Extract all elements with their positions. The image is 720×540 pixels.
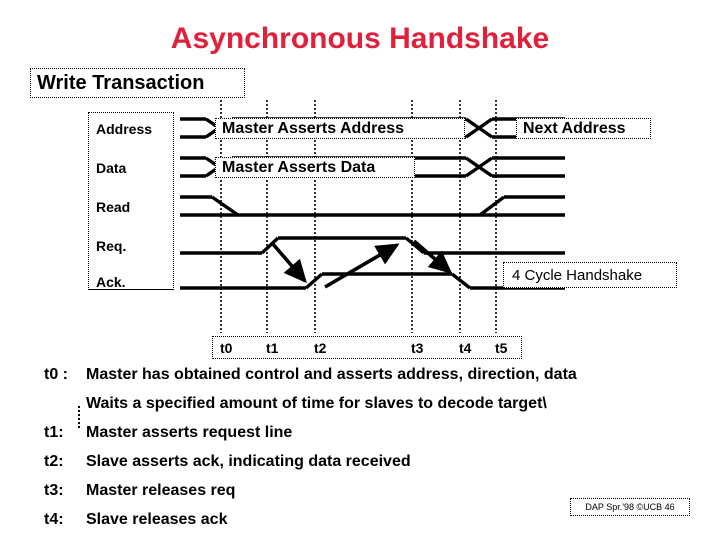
handshake-annotation-text: 4 Cycle Handshake bbox=[512, 266, 643, 284]
bullet-text-4: Master releases req bbox=[86, 482, 236, 499]
signal-label-read: Read bbox=[96, 199, 131, 215]
bus-value-address-text: Master Asserts Address bbox=[222, 119, 405, 137]
slide-footer: DAP Spr.'98 ©UCB 46 bbox=[570, 498, 690, 516]
arrow-req-release-to-ack-release bbox=[412, 239, 453, 274]
bullet-text-1: Waits a specified amount of time for sla… bbox=[86, 395, 547, 412]
arrow-ack-to-req-release bbox=[324, 243, 400, 289]
time-tick-t2: t2 bbox=[314, 340, 327, 356]
bullet-time-4: t3: bbox=[44, 482, 64, 499]
time-tick-t1: t1 bbox=[266, 340, 279, 356]
bullet-text-0: Master has obtained control and asserts … bbox=[86, 366, 577, 383]
time-tick-t5: t5 bbox=[495, 340, 508, 356]
waveform-read bbox=[180, 195, 565, 217]
write-transaction-label: Write Transaction bbox=[30, 68, 245, 98]
bus-value-data: Master Asserts Data bbox=[215, 157, 415, 178]
bullet-text-2: Master asserts request line bbox=[86, 424, 293, 441]
list-item: t0 : Master has obtained control and ass… bbox=[44, 366, 704, 390]
causality-arrows bbox=[270, 239, 453, 289]
list-item: t1: Master asserts request line bbox=[44, 424, 704, 448]
page-title: Asynchronous Handshake bbox=[170, 22, 550, 55]
slide-canvas: Asynchronous Handshake Write Transaction… bbox=[0, 0, 720, 540]
handshake-annotation: 4 Cycle Handshake bbox=[503, 262, 677, 288]
list-item: t2: Slave asserts ack, indicating data r… bbox=[44, 453, 704, 477]
time-tick-t4: t4 bbox=[459, 340, 472, 356]
signal-label-ack: Ack. bbox=[96, 274, 126, 290]
time-tick-t3: t3 bbox=[411, 340, 424, 356]
bus-value-next-address: Next Address bbox=[516, 118, 651, 139]
arrow-req-to-ack bbox=[270, 241, 307, 284]
slide-footer-text: DAP Spr.'98 ©UCB 46 bbox=[585, 502, 675, 512]
bullet-time-0: t0 : bbox=[44, 366, 68, 383]
bullet-text-5: Slave releases ack bbox=[86, 511, 228, 528]
bullet-time-5: t4: bbox=[44, 511, 64, 528]
bullet-time-3: t2: bbox=[44, 453, 64, 470]
time-axis: t0 t1 t2 t3 t4 t5 bbox=[212, 336, 522, 359]
list-item: Waits a specified amount of time for sla… bbox=[44, 395, 704, 419]
bullet-text-3: Slave asserts ack, indicating data recei… bbox=[86, 453, 411, 470]
signal-label-address: Address bbox=[96, 121, 153, 137]
time-tick-t0: t0 bbox=[220, 340, 233, 356]
write-transaction-text: Write Transaction bbox=[37, 71, 205, 94]
signal-label-data: Data bbox=[96, 160, 127, 176]
bus-value-address: Master Asserts Address bbox=[215, 118, 465, 139]
signal-label-req: Req. bbox=[96, 238, 127, 254]
dotted-artifact-mark bbox=[78, 406, 82, 428]
signal-name-box: Address Data Read Req. Ack. bbox=[88, 112, 174, 290]
bus-value-next-address-text: Next Address bbox=[523, 119, 626, 137]
bus-value-data-text: Master Asserts Data bbox=[222, 158, 376, 176]
waveform-req bbox=[180, 236, 565, 255]
